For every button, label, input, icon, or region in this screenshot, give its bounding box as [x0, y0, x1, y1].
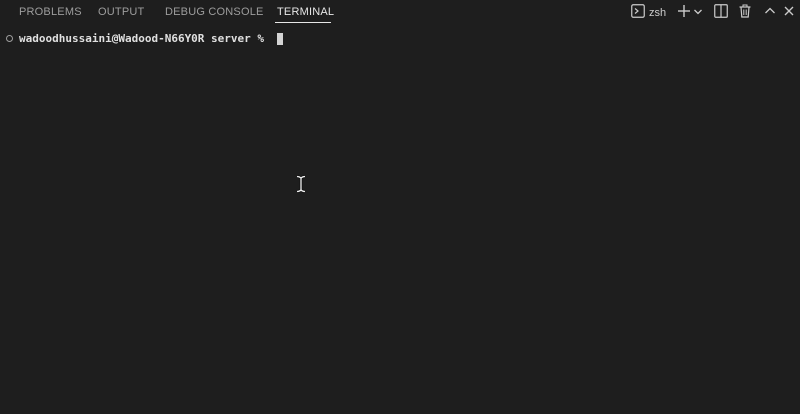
tab-debug-console[interactable]: DEBUG CONSOLE	[165, 6, 264, 18]
plus-icon	[677, 4, 691, 23]
trash-icon	[738, 4, 752, 23]
ibeam-cursor-icon	[296, 175, 306, 198]
close-panel-button[interactable]	[781, 4, 797, 22]
close-icon	[783, 4, 795, 22]
tab-output[interactable]: OUTPUT	[98, 6, 144, 18]
tab-problems[interactable]: PROBLEMS	[19, 6, 82, 18]
split-terminal-button[interactable]	[713, 3, 729, 23]
active-tab-indicator	[275, 22, 331, 23]
text-cursor	[276, 32, 283, 45]
terminal-output-area[interactable]: wadoodhussaini@Wadood-N66Y0R server %	[0, 28, 800, 414]
terminal-panel: PROBLEMS OUTPUT DEBUG CONSOLE TERMINAL z…	[0, 0, 800, 414]
command-decoration-icon	[6, 35, 13, 42]
shell-name: zsh	[649, 7, 667, 19]
maximize-panel-button[interactable]	[762, 4, 778, 22]
launch-profile-dropdown[interactable]	[692, 4, 704, 22]
new-terminal-button[interactable]	[676, 4, 692, 22]
chevron-up-icon	[764, 4, 776, 22]
prompt-line: wadoodhussaini@Wadood-N66Y0R server %	[6, 32, 283, 45]
kill-terminal-button[interactable]	[737, 4, 753, 22]
chevron-down-icon	[693, 4, 703, 22]
split-terminal-icon	[714, 3, 728, 23]
terminal-icon	[631, 3, 645, 23]
panel-tab-bar: PROBLEMS OUTPUT DEBUG CONSOLE TERMINAL z…	[0, 0, 800, 26]
shell-selector[interactable]: zsh	[631, 3, 667, 23]
shell-prompt: wadoodhussaini@Wadood-N66Y0R server %	[19, 32, 271, 45]
tab-terminal[interactable]: TERMINAL	[277, 6, 334, 18]
